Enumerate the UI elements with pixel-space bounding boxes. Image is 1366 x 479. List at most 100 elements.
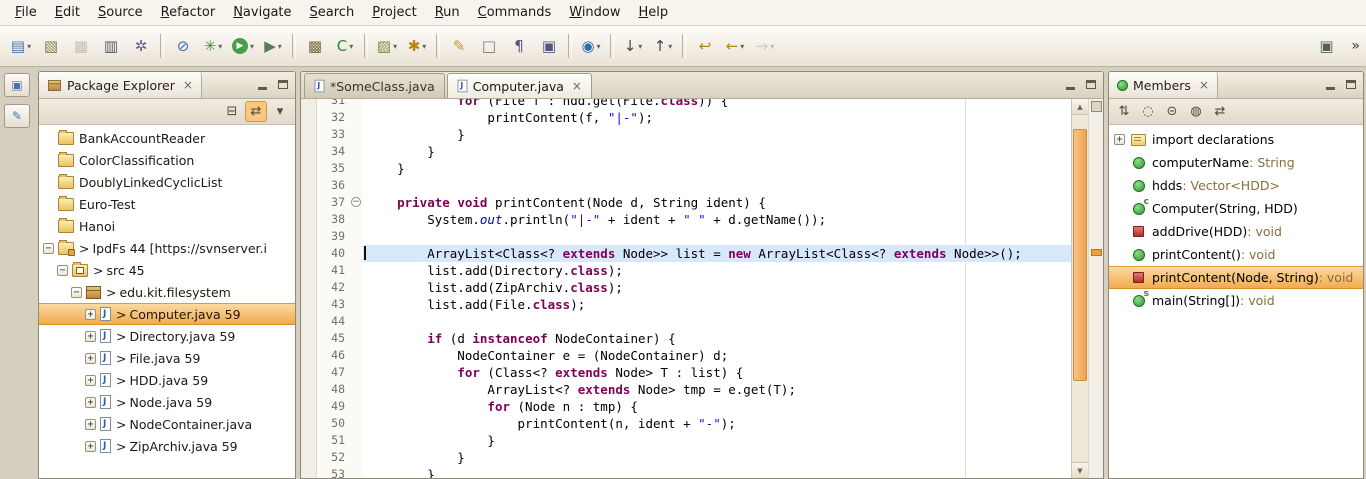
scroll-down-button[interactable]: ▼: [1072, 462, 1088, 478]
menu-item-help[interactable]: Help: [630, 3, 678, 22]
link-with-editor-button[interactable]: ⇄: [1209, 101, 1231, 122]
menu-item-navigate[interactable]: Navigate: [224, 3, 300, 22]
member-item[interactable]: +import declarations: [1109, 128, 1363, 151]
member-item[interactable]: smain(String[]) : void: [1109, 289, 1363, 312]
code-line[interactable]: 40 ArrayList<Class<? extends Node>> list…: [317, 245, 1071, 262]
external-tools-button[interactable]: ▶▾: [258, 33, 288, 59]
collapse-icon[interactable]: −: [43, 243, 54, 254]
fold-collapse-icon[interactable]: −: [351, 197, 361, 207]
member-item[interactable]: printContent() : void: [1109, 243, 1363, 266]
member-item[interactable]: printContent(Node, String) : void: [1109, 266, 1363, 289]
web-browser-button[interactable]: ◉▾: [576, 33, 606, 59]
code-line[interactable]: 33 }: [317, 126, 1071, 143]
new-folder-button[interactable]: ▧: [36, 33, 66, 59]
maximize-button[interactable]: [274, 75, 292, 93]
member-item[interactable]: computerName : String: [1109, 151, 1363, 174]
expand-icon[interactable]: +: [85, 375, 96, 386]
tree-item[interactable]: +>Computer.java 59: [39, 303, 295, 325]
member-item[interactable]: hdds : Vector<HDD>: [1109, 174, 1363, 197]
close-icon[interactable]: ×: [572, 79, 582, 93]
menu-item-run[interactable]: Run: [426, 3, 469, 22]
menu-item-commands[interactable]: Commands: [469, 3, 561, 22]
code-line[interactable]: 35 }: [317, 160, 1071, 177]
menu-item-file[interactable]: File: [6, 3, 46, 22]
code-line[interactable]: 49 for (Node n : tmp) {: [317, 398, 1071, 415]
tree-item[interactable]: −>IpdFs 44 [https://svnserver.i: [39, 237, 295, 259]
new-wizard-button[interactable]: ▤▾: [6, 33, 36, 59]
code-line[interactable]: 31 for (File f : hdd.get(File.class)) {: [317, 99, 1071, 109]
view-menu-button[interactable]: ▾: [269, 101, 291, 122]
menu-item-refactor[interactable]: Refactor: [152, 3, 225, 22]
tree-item[interactable]: Hanoi: [39, 215, 295, 237]
code-line[interactable]: 47 for (Class<? extends Node> T : list) …: [317, 364, 1071, 381]
package-explorer-view-tab[interactable]: Package Explorer ×: [39, 72, 202, 98]
code-line[interactable]: 32 printContent(f, "|-");: [317, 109, 1071, 126]
next-annotation-button[interactable]: ↓▾: [618, 33, 648, 59]
code-line[interactable]: 38 System.out.println("|-" + ident + " "…: [317, 211, 1071, 228]
toolbar-overflow-chevron[interactable]: »: [1351, 38, 1360, 54]
new-class-button[interactable]: C▾: [330, 33, 360, 59]
tree-item[interactable]: DoublyLinkedCyclicList: [39, 171, 295, 193]
previous-annotation-button[interactable]: ↑▾: [648, 33, 678, 59]
expand-icon[interactable]: +: [85, 353, 96, 364]
menu-item-edit[interactable]: Edit: [46, 3, 89, 22]
code-line[interactable]: 52 }: [317, 449, 1071, 466]
annotations-button[interactable]: □: [474, 33, 504, 59]
hide-static-button[interactable]: ⊝: [1161, 101, 1183, 122]
expand-icon[interactable]: +: [85, 419, 96, 430]
back-button[interactable]: ←▾: [720, 33, 750, 59]
coverage-button[interactable]: ▨▾: [372, 33, 402, 59]
code-line[interactable]: 43 list.add(File.class);: [317, 296, 1071, 313]
code-line[interactable]: 48 ArrayList<? extends Node> tmp = e.get…: [317, 381, 1071, 398]
tree-item[interactable]: +>File.java 59: [39, 347, 295, 369]
expand-icon[interactable]: +: [1114, 134, 1125, 145]
expand-icon[interactable]: +: [85, 331, 96, 342]
overview-ruler-header-icon[interactable]: [1091, 101, 1102, 112]
tree-item[interactable]: +>NodeContainer.java: [39, 413, 295, 435]
code-line[interactable]: 34 }: [317, 143, 1071, 160]
collapse-all-button[interactable]: ⊟: [221, 101, 243, 122]
collapse-icon[interactable]: −: [57, 265, 68, 276]
code-area[interactable]: 31 for (File f : hdd.get(File.class)) {3…: [317, 99, 1071, 478]
last-edit-location-button[interactable]: ↩: [690, 33, 720, 59]
menu-item-project[interactable]: Project: [363, 3, 426, 22]
close-icon[interactable]: ×: [183, 78, 193, 92]
skip-breakpoints-button[interactable]: ⊘: [168, 33, 198, 59]
tree-item[interactable]: +>ZipArchiv.java 59: [39, 435, 295, 457]
sort-button[interactable]: ⇅: [1113, 101, 1135, 122]
code-line[interactable]: 42 list.add(ZipArchiv.class);: [317, 279, 1071, 296]
member-item[interactable]: cComputer(String, HDD): [1109, 197, 1363, 220]
mark-occurrences-button[interactable]: ✎: [444, 33, 474, 59]
occurrence-marker[interactable]: [1091, 249, 1102, 256]
tree-item[interactable]: +>Node.java 59: [39, 391, 295, 413]
block-selection-button[interactable]: ▣: [534, 33, 564, 59]
fast-view-editor-button[interactable]: ✎: [4, 104, 30, 128]
code-line[interactable]: 50 printContent(n, ident + "-");: [317, 415, 1071, 432]
tree-item[interactable]: −>src 45: [39, 259, 295, 281]
member-item[interactable]: addDrive(HDD) : void: [1109, 220, 1363, 243]
code-line[interactable]: 45 if (d instanceof NodeContainer) {: [317, 330, 1071, 347]
editor-tab-someclassjava[interactable]: *SomeClass.java: [304, 73, 445, 98]
code-line[interactable]: 53 }: [317, 466, 1071, 478]
link-with-editor-button[interactable]: ⇄: [245, 101, 267, 122]
close-icon[interactable]: ×: [1199, 78, 1209, 92]
code-line[interactable]: 44: [317, 313, 1071, 330]
hide-fields-button[interactable]: ◌: [1137, 101, 1159, 122]
hide-nonpublic-button[interactable]: ◍: [1185, 101, 1207, 122]
expand-icon[interactable]: +: [85, 309, 96, 320]
build-all-button[interactable]: ✲: [126, 33, 156, 59]
print-button[interactable]: ▥: [96, 33, 126, 59]
menu-item-window[interactable]: Window: [560, 3, 629, 22]
expand-icon[interactable]: +: [85, 441, 96, 452]
editor-tab-computerjava[interactable]: Computer.java×: [447, 73, 592, 98]
maximize-button[interactable]: [1342, 75, 1360, 93]
new-java-project-button[interactable]: ▩: [300, 33, 330, 59]
tree-item[interactable]: BankAccountReader: [39, 127, 295, 149]
scroll-up-button[interactable]: ▲: [1072, 99, 1088, 115]
tree-item[interactable]: −>edu.kit.filesystem: [39, 281, 295, 303]
tree-item[interactable]: +>Directory.java 59: [39, 325, 295, 347]
code-line[interactable]: 36: [317, 177, 1071, 194]
members-view-tab[interactable]: Members ×: [1109, 72, 1218, 98]
restore-views-button[interactable]: ▣: [4, 73, 30, 97]
editor-vertical-scrollbar[interactable]: ▲ ▼: [1071, 99, 1088, 478]
